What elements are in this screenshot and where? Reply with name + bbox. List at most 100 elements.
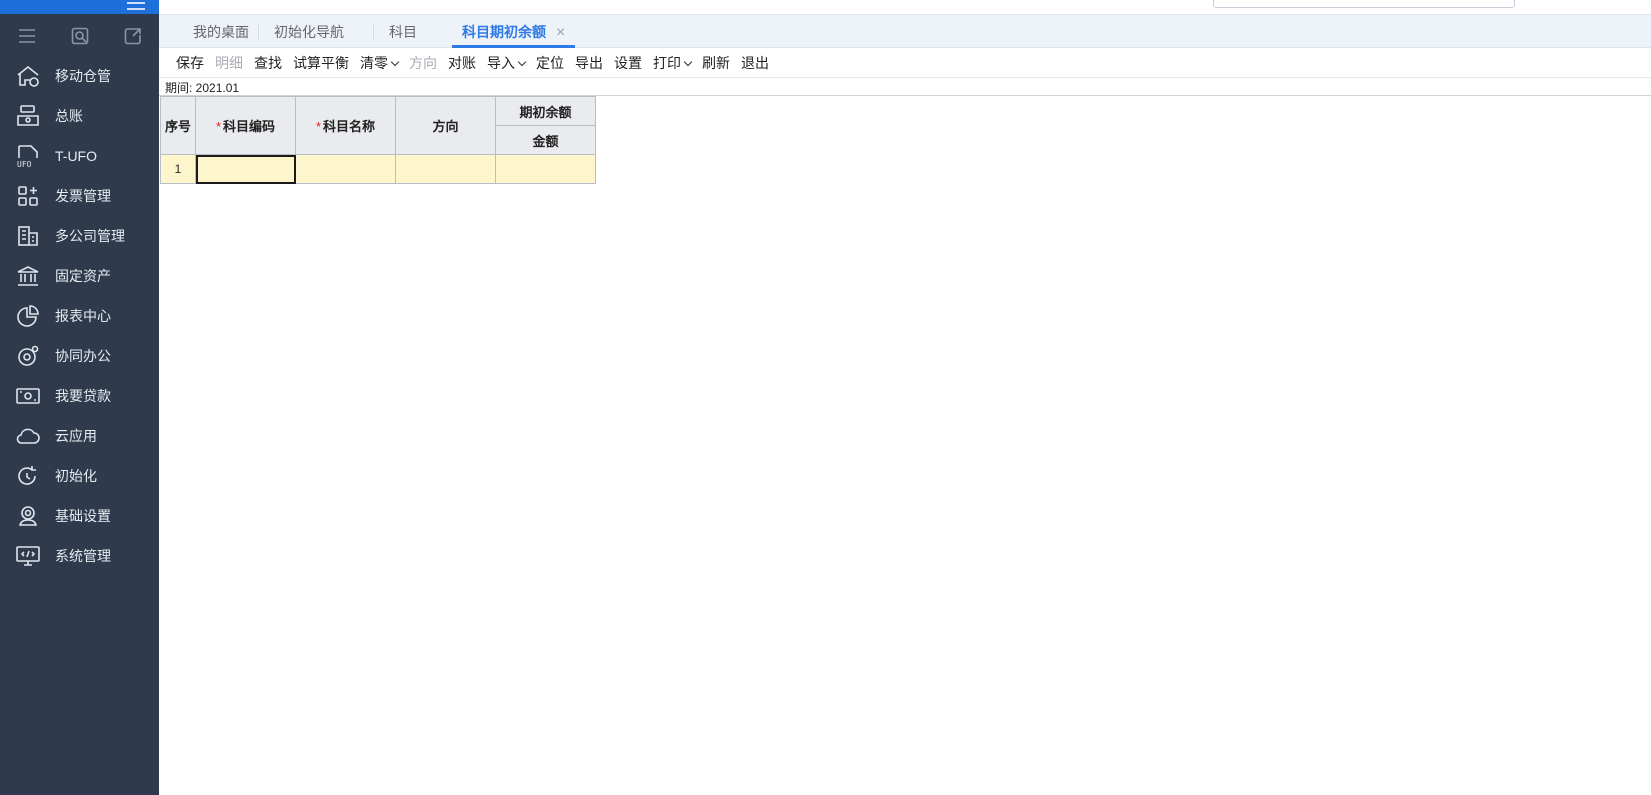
sidebar-item-loan[interactable]: 我要贷款 <box>0 376 159 416</box>
sidebar-item-label: 移动仓管 <box>55 68 111 84</box>
tab-label: 科目 <box>389 24 417 40</box>
import-dropdown[interactable]: 导入 <box>487 53 527 73</box>
sidebar-item-multi-company[interactable]: 多公司管理 <box>0 216 159 256</box>
subject-name-cell[interactable] <box>295 154 396 184</box>
bank-icon <box>14 262 42 290</box>
tab-label: 科目期初余额 <box>462 24 546 40</box>
chevron-down-icon <box>517 57 527 66</box>
clear-dropdown[interactable]: 清零 <box>360 53 400 73</box>
sidebar-item-label: 多公司管理 <box>55 228 125 244</box>
trial-balance-button[interactable]: 试算平衡 <box>293 53 349 73</box>
column-header-index: 序号 <box>160 96 196 155</box>
column-header-label: 科目名称 <box>323 119 376 134</box>
monitor-code-icon <box>14 542 42 570</box>
direction-cell[interactable] <box>395 154 496 184</box>
clear-label: 清零 <box>360 54 388 71</box>
ledger-icon <box>14 102 42 130</box>
sidebar-item-initialize[interactable]: 初始化 <box>0 456 159 496</box>
sidebar-item-label: 系统管理 <box>55 548 111 564</box>
sidebar-item-report-center[interactable]: 报表中心 <box>0 296 159 336</box>
column-header-code[interactable]: * 科目编码 <box>195 96 296 155</box>
pie-chart-icon <box>14 302 42 330</box>
sidebar-item-label: 协同办公 <box>55 348 111 364</box>
amount-cell[interactable] <box>495 154 596 184</box>
sidebar-item-basic-settings[interactable]: 基础设置 <box>0 496 159 536</box>
sidebar-item-warehouse[interactable]: 移动仓管 <box>0 56 159 96</box>
collapse-icon[interactable] <box>127 2 145 10</box>
sidebar-item-invoice[interactable]: 发票管理 <box>0 176 159 216</box>
sidebar-item-ledger[interactable]: 总账 <box>0 96 159 136</box>
tab-bar: 我的桌面 初始化导航 科目 科目期初余额 × <box>159 15 1651 48</box>
detail-button[interactable]: 明细 <box>215 53 243 73</box>
column-header-direction[interactable]: 方向 <box>395 96 496 155</box>
sidebar-item-fixed-assets[interactable]: 固定资产 <box>0 256 159 296</box>
toolbar: 保存 明细 查找 试算平衡 清零 方向 对账 导入 定位 导出 设置 打印 刷新… <box>159 48 1651 78</box>
row-index: 1 <box>160 154 196 184</box>
ufo-report-icon: UFO <box>14 142 42 170</box>
print-label: 打印 <box>653 54 681 71</box>
tab-divider <box>373 25 374 39</box>
cloud-icon <box>14 422 42 450</box>
menu-icon[interactable] <box>15 24 39 48</box>
sidebar-nav: 移动仓管 总账 UFO T-UFO 发票管理 多公司管理 固定资产 报表中心 协… <box>0 56 159 576</box>
opening-balance-grid: 序号 * 科目编码 * 科目名称 方向 期初余额 金额 1 <box>160 96 596 184</box>
save-button[interactable]: 保存 <box>176 53 204 73</box>
sidebar-item-label: 总账 <box>55 108 83 124</box>
warehouse-icon <box>14 62 42 90</box>
find-button[interactable]: 查找 <box>254 53 282 73</box>
sidebar-item-label: 我要贷款 <box>55 388 111 404</box>
locate-button[interactable]: 定位 <box>536 53 564 73</box>
period-label: 期间: 2021.01 <box>165 81 240 95</box>
print-dropdown[interactable]: 打印 <box>653 53 693 73</box>
sidebar-item-label: 初始化 <box>55 468 97 484</box>
settings-person-icon <box>14 502 42 530</box>
sidebar-item-label: 基础设置 <box>55 508 111 524</box>
reconcile-button[interactable]: 对账 <box>448 53 476 73</box>
settings-button[interactable]: 设置 <box>614 53 642 73</box>
tab-init-nav[interactable]: 初始化导航 <box>264 15 374 47</box>
refresh-button[interactable]: 刷新 <box>702 53 730 73</box>
column-group-opening-balance: 期初余额 <box>495 96 596 126</box>
tab-label: 我的桌面 <box>193 24 249 40</box>
exit-button[interactable]: 退出 <box>741 53 769 73</box>
tab-divider <box>258 25 259 39</box>
table-row: 1 <box>160 154 596 184</box>
brand-strip <box>0 0 159 14</box>
sidebar-item-system[interactable]: 系统管理 <box>0 536 159 576</box>
chevron-down-icon <box>683 57 693 66</box>
invoice-apps-icon <box>14 182 42 210</box>
tab-label: 初始化导航 <box>274 24 344 40</box>
import-label: 导入 <box>487 54 515 71</box>
global-search-input[interactable] <box>1213 0 1515 8</box>
subject-code-cell[interactable] <box>195 154 296 184</box>
top-header <box>159 0 1651 15</box>
export-icon[interactable] <box>121 24 145 48</box>
column-header-label: 科目编码 <box>223 119 276 134</box>
export-button[interactable]: 导出 <box>575 53 603 73</box>
tab-opening-balance[interactable]: 科目期初余额 × <box>452 15 576 48</box>
collab-icon <box>14 342 42 370</box>
direction-button[interactable]: 方向 <box>409 53 437 73</box>
tab-subjects[interactable]: 科目 <box>379 15 427 47</box>
search-doc-icon[interactable] <box>68 24 92 48</box>
sidebar-item-t-ufo[interactable]: UFO T-UFO <box>0 136 159 176</box>
close-icon[interactable]: × <box>556 24 565 41</box>
column-header-amount[interactable]: 金额 <box>495 125 596 155</box>
sidebar-item-collab[interactable]: 协同办公 <box>0 336 159 376</box>
svg-text:UFO: UFO <box>17 160 32 169</box>
sidebar-item-label: T-UFO <box>55 148 97 164</box>
sidebar-item-label: 云应用 <box>55 428 97 444</box>
sidebar-item-label: 发票管理 <box>55 188 111 204</box>
chevron-down-icon <box>390 57 400 66</box>
tab-my-desktop[interactable]: 我的桌面 <box>183 15 259 47</box>
sidebar-item-label: 报表中心 <box>55 308 111 324</box>
money-icon <box>14 382 42 410</box>
sidebar-item-label: 固定资产 <box>55 268 111 284</box>
required-mark: * <box>315 119 322 134</box>
sidebar-item-cloud-apps[interactable]: 云应用 <box>0 416 159 456</box>
required-mark: * <box>215 119 222 134</box>
sidebar-toolbar <box>0 20 159 52</box>
sidebar: 移动仓管 总账 UFO T-UFO 发票管理 多公司管理 固定资产 报表中心 协… <box>0 0 159 795</box>
column-header-name[interactable]: * 科目名称 <box>295 96 396 155</box>
refresh-icon <box>14 462 42 490</box>
